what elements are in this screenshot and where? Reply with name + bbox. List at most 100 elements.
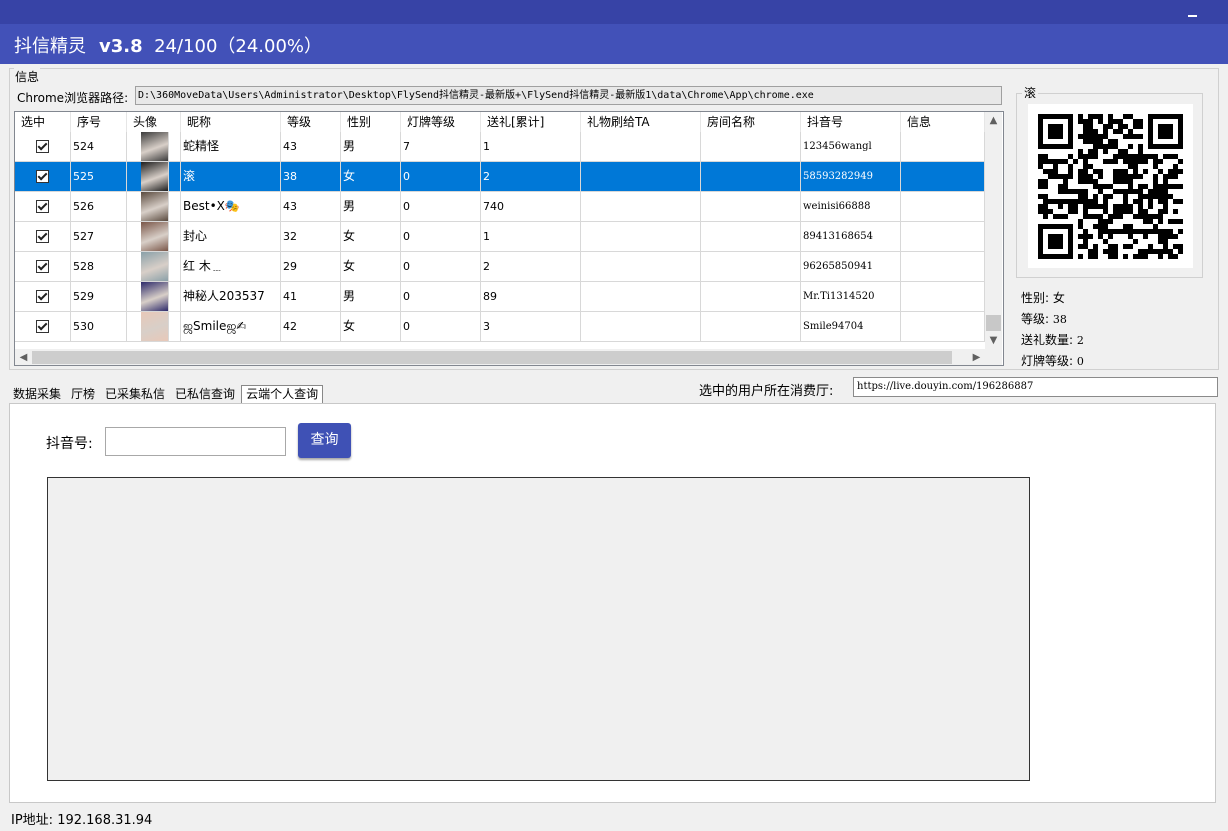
chrome-path-label: Chrome浏览器路径:: [17, 91, 129, 105]
cell-nick: 神秘人203537: [181, 282, 281, 311]
column-header-message[interactable]: 信息: [901, 112, 985, 132]
row-checkbox[interactable]: [36, 170, 49, 183]
horizontal-scroll-thumb[interactable]: [32, 351, 952, 364]
table-row[interactable]: 528 红 木﹍ 29 女 0 2 96265850941: [15, 252, 985, 282]
app-name: 抖信精灵: [14, 36, 86, 57]
cell-gift: 1: [481, 222, 581, 251]
cell-level: 38: [281, 162, 341, 191]
query-result-area: [47, 477, 1030, 781]
cell-msg: [901, 312, 985, 341]
minimize-button[interactable]: [1186, 6, 1200, 20]
tab-messaged-query[interactable]: 已私信查询: [171, 385, 239, 403]
column-header-gift-to-ta[interactable]: 礼物刷给TA: [581, 112, 701, 132]
table-row[interactable]: 527 封心 32 女 0 1 89413168654: [15, 222, 985, 252]
row-select-cell: [15, 312, 71, 341]
cell-level: 43: [281, 192, 341, 221]
cell-fan: 0: [401, 192, 481, 221]
app-version: v3.8: [99, 36, 143, 57]
cell-gift: 740: [481, 192, 581, 221]
column-header-gift-total[interactable]: 送礼[累计]: [481, 112, 581, 132]
side-gift-label: 送礼数量:: [1021, 333, 1077, 347]
table-row[interactable]: 526 Best•X🎭 43 男 0 740 weinisi66888: [15, 192, 985, 222]
douyin-id-label: 抖音号:: [46, 436, 93, 452]
cell-level: 32: [281, 222, 341, 251]
cell-level: 43: [281, 132, 341, 161]
cell-gift: 2: [481, 252, 581, 281]
cell-no: 528: [71, 252, 127, 281]
tab-cloud-query[interactable]: 云端个人查询: [241, 385, 324, 403]
tab-collected-messages[interactable]: 已采集私信: [101, 385, 169, 403]
user-table[interactable]: 选中 序号 头像 昵称 等级 性别 灯牌等级 送礼[累计] 礼物刷给TA 房间名称 抖音号 信息 52…: [14, 111, 1004, 366]
tab-room-rank[interactable]: 厅榜: [67, 385, 99, 403]
column-header-gender[interactable]: 性别: [341, 112, 401, 132]
column-header-select[interactable]: 选中: [15, 112, 71, 132]
cell-id: Smile94704: [801, 312, 901, 341]
side-fan: 灯牌等级: 0: [1021, 352, 1084, 369]
row-checkbox[interactable]: [36, 140, 49, 153]
cell-room: [701, 132, 801, 161]
cell-avatar: [127, 162, 181, 191]
cell-no: 526: [71, 192, 127, 221]
douyin-id-input[interactable]: [105, 427, 286, 456]
horizontal-scrollbar[interactable]: ◀ ▶: [15, 349, 985, 365]
column-header-nickname[interactable]: 昵称: [181, 112, 281, 132]
cell-fan: 0: [401, 222, 481, 251]
app-header: 抖信精灵 v3.8 24/100（24.00%）: [0, 24, 1228, 64]
tab-data-collect[interactable]: 数据采集: [9, 385, 65, 403]
vertical-scrollbar[interactable]: ▲ ▼: [985, 112, 1002, 349]
cell-fan: 0: [401, 282, 481, 311]
row-checkbox[interactable]: [36, 200, 49, 213]
cell-level: 29: [281, 252, 341, 281]
side-fan-label: 灯牌等级:: [1021, 354, 1077, 368]
cell-room: [701, 252, 801, 281]
cell-ta: [581, 192, 701, 221]
row-select-cell: [15, 222, 71, 251]
chrome-path-field[interactable]: D:\360MoveData\Users\Administrator\Deskt…: [135, 86, 1002, 105]
room-url-field[interactable]: https://live.douyin.com/196286887: [853, 377, 1218, 397]
column-header-no[interactable]: 序号: [71, 112, 127, 132]
cell-ta: [581, 312, 701, 341]
row-checkbox[interactable]: [36, 230, 49, 243]
table-row[interactable]: 525 滚 38 女 0 2 58593282949: [15, 162, 985, 192]
table-header: 选中 序号 头像 昵称 等级 性别 灯牌等级 送礼[累计] 礼物刷给TA 房间名称 抖音号 信息: [15, 112, 985, 133]
table-row[interactable]: 524 蛇精怪 43 男 7 1 123456wangl: [15, 132, 985, 162]
side-level: 等级: 38: [1021, 310, 1067, 327]
row-checkbox[interactable]: [36, 320, 49, 333]
cell-msg: [901, 252, 985, 281]
status-bar: IP地址: 192.168.31.94: [11, 809, 152, 828]
query-button[interactable]: 查询: [298, 423, 351, 458]
cell-ta: [581, 132, 701, 161]
scroll-right-icon[interactable]: ▶: [968, 349, 985, 365]
column-header-avatar[interactable]: 头像: [127, 112, 181, 132]
cell-sex: 女: [341, 222, 401, 251]
column-header-fan-level[interactable]: 灯牌等级: [401, 112, 481, 132]
avatar: [141, 222, 169, 251]
row-checkbox[interactable]: [36, 290, 49, 303]
row-checkbox[interactable]: [36, 260, 49, 273]
table-row[interactable]: 529 神秘人203537 41 男 0 89 Mr.Ti1314520: [15, 282, 985, 312]
table-row[interactable]: 530 ஜSmileஜ✍ 42 女 0 3 Smile94704: [15, 312, 985, 342]
column-header-level[interactable]: 等级: [281, 112, 341, 132]
cell-room: [701, 282, 801, 311]
scroll-left-icon[interactable]: ◀: [15, 349, 32, 365]
info-legend: 信息: [14, 68, 41, 85]
column-header-douyin-id[interactable]: 抖音号: [801, 112, 901, 132]
cell-level: 42: [281, 312, 341, 341]
row-select-cell: [15, 252, 71, 281]
scroll-up-icon[interactable]: ▲: [985, 112, 1002, 129]
side-gender-label: 性别:: [1021, 291, 1053, 305]
cell-avatar: [127, 282, 181, 311]
header-stats: v3.8 24/100（24.00%）: [99, 32, 322, 58]
vertical-scroll-thumb[interactable]: [986, 315, 1001, 331]
cell-msg: [901, 192, 985, 221]
table-body: 524 蛇精怪 43 男 7 1 123456wangl 525 滚 38 女 0 2 585932829…: [15, 132, 985, 342]
column-header-room-name[interactable]: 房间名称: [701, 112, 801, 132]
cell-fan: 0: [401, 312, 481, 341]
side-level-label: 等级:: [1021, 312, 1053, 326]
ip-label: IP地址:: [11, 813, 54, 828]
cell-nick: ஜSmileஜ✍: [181, 312, 281, 341]
cell-sex: 女: [341, 252, 401, 281]
scroll-down-icon[interactable]: ▼: [985, 332, 1002, 349]
cell-room: [701, 192, 801, 221]
cell-room: [701, 312, 801, 341]
